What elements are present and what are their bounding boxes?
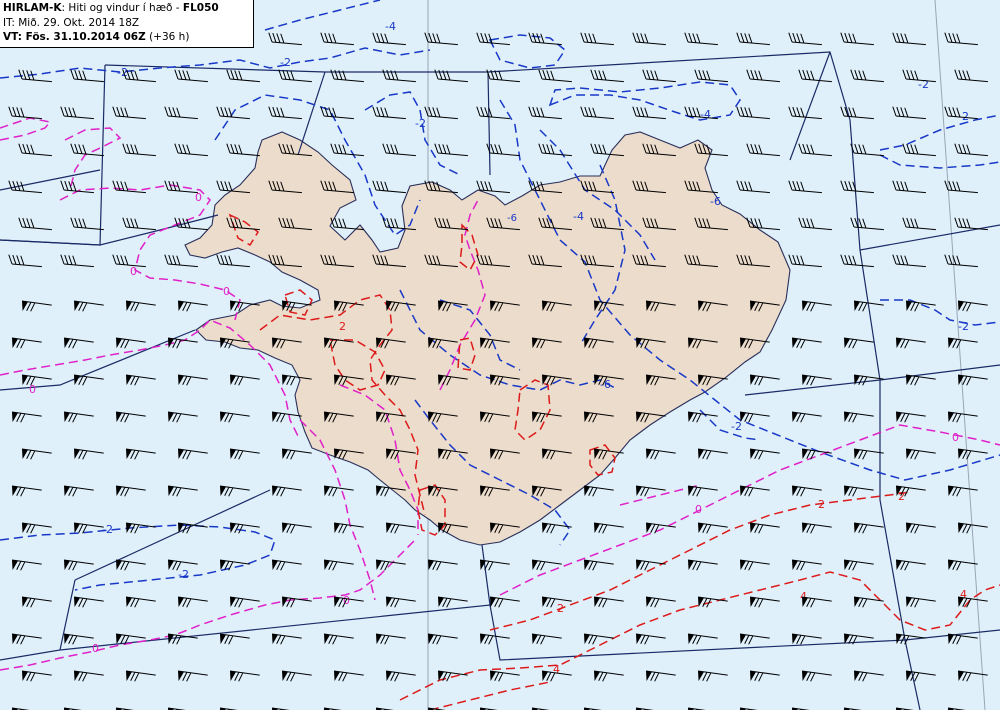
label-zero-west-3: 0: [223, 285, 230, 298]
label-2-south-sea: 2: [818, 498, 825, 511]
label-minus2-northwest: -2: [117, 66, 128, 79]
label-minus4-northeast: -4: [700, 108, 711, 121]
valid-time-row: VT: Fös. 31.10.2014 06Z (+36 h): [3, 30, 253, 45]
weather-map: -4 -2 -2 -2 -4 -2 -2 -6 -4 -6 -2 -2 -2 -…: [0, 0, 1000, 710]
label-6-interior: -6: [507, 213, 517, 224]
info-box: HIRLAM-K: Hiti og vindur í hæð - FL050 I…: [0, 0, 254, 48]
title-text: : Hiti og vindur í hæð -: [61, 2, 183, 14]
flight-level: FL050: [182, 2, 219, 14]
title-row: HIRLAM-K: Hiti og vindur í hæð - FL050: [3, 1, 253, 16]
label-minus2-east-sea: -2: [958, 320, 969, 333]
label-minus2-bay: -2: [415, 117, 426, 130]
lead-time: (+36 h): [149, 31, 190, 43]
label-minus2-southwest: -2: [102, 523, 113, 536]
label-2-east: 2: [898, 490, 905, 503]
valid-time: VT: Fös. 31.10.2014 06Z: [3, 31, 146, 43]
label-minus2-south: -2: [178, 568, 189, 581]
label-zero-south: 0: [695, 503, 702, 516]
model-name: HIRLAM-K: [3, 2, 62, 14]
label-minus2-north: -2: [280, 56, 291, 69]
label-minus6-northeast: -6: [710, 195, 721, 208]
label-2-west: 2: [339, 320, 346, 333]
initial-time: IT: Mið. 29. Okt. 2014 18Z: [3, 16, 140, 29]
label-zero-west-coast: 0: [29, 383, 36, 396]
label-2-south-2: 2: [557, 602, 564, 615]
label-zero-east: 0: [952, 431, 959, 444]
label-zero-west-2: 0: [130, 265, 137, 278]
label-minus4-interior: -4: [573, 210, 584, 223]
label-minus2-southeast: -2: [731, 420, 742, 433]
label-minus4-north: -4: [385, 20, 396, 33]
label-zero-southwest: 0: [92, 642, 99, 655]
